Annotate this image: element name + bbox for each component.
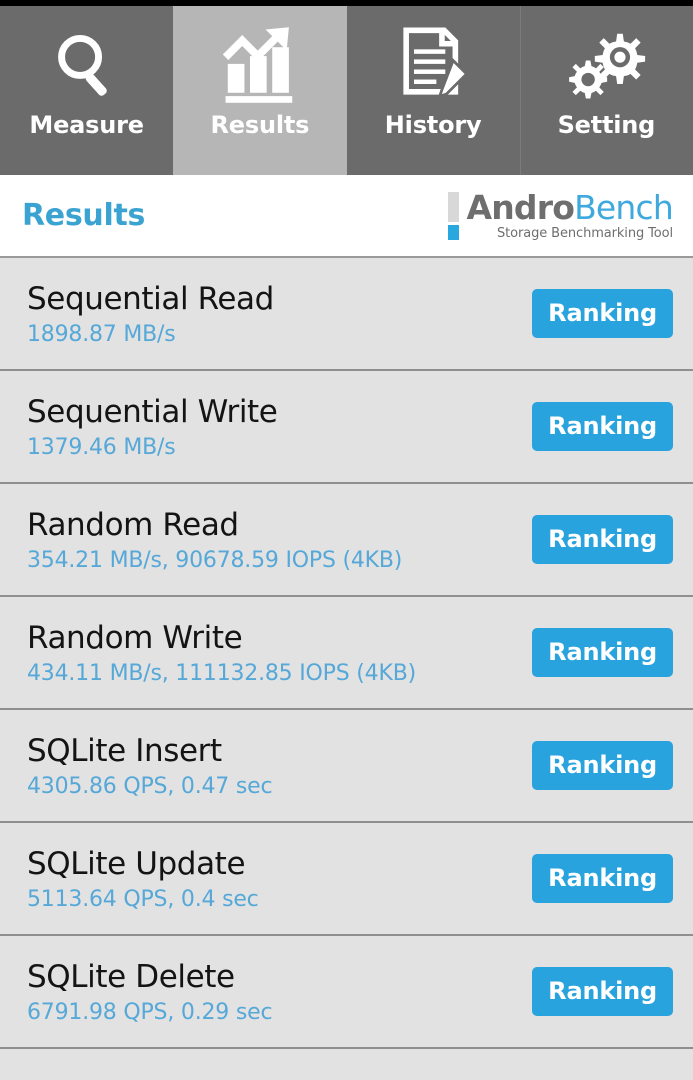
androbench-logo: AndroBench Storage Benchmarking Tool <box>448 190 674 242</box>
ranking-button[interactable]: Ranking <box>532 854 673 903</box>
result-title: SQLite Insert <box>27 732 222 769</box>
result-value: 1379.46 MB/s <box>27 434 176 460</box>
result-row-texts: SQLite Delete 6791.98 QPS, 0.29 sec <box>27 958 273 1026</box>
result-value: 6791.98 QPS, 0.29 sec <box>27 999 273 1025</box>
page-title: Results <box>22 198 146 233</box>
tab-history[interactable]: History <box>346 6 520 175</box>
result-title: Sequential Read <box>27 280 274 317</box>
ranking-button[interactable]: Ranking <box>532 402 673 451</box>
ranking-button[interactable]: Ranking <box>532 967 673 1016</box>
ranking-button[interactable]: Ranking <box>532 515 673 564</box>
logo-bar-icon <box>448 190 460 242</box>
result-row-texts: Sequential Write 1379.46 MB/s <box>27 393 278 461</box>
result-title: SQLite Delete <box>27 958 235 995</box>
table-row[interactable]: SQLite Insert 4305.86 QPS, 0.47 sec Rankin… <box>0 710 693 823</box>
result-value: 5113.64 QPS, 0.4 sec <box>27 886 259 912</box>
gears-icon <box>565 24 647 106</box>
results-list: Sequential Read 1898.87 MB/s Ranking Sequen… <box>0 258 693 1049</box>
result-title: Sequential Write <box>27 393 278 430</box>
table-row[interactable]: SQLite Update 5113.64 QPS, 0.4 sec Ranking <box>0 823 693 936</box>
bar-chart-trend-icon <box>220 24 300 106</box>
table-row[interactable]: Sequential Write 1379.46 MB/s Ranking <box>0 371 693 484</box>
table-row[interactable]: SQLite Delete 6791.98 QPS, 0.29 sec Rankin… <box>0 936 693 1049</box>
logo-tagline: Storage Benchmarking Tool <box>496 225 673 241</box>
logo-bar-bottom-segment <box>448 224 460 240</box>
result-value: 354.21 MB/s, 90678.59 IOPS (4KB) <box>27 547 403 573</box>
result-title: Random Write <box>27 619 243 656</box>
table-row[interactable]: Random Write 434.11 MB/s, 111132.85 IOPS … <box>0 597 693 710</box>
tab-setting[interactable]: Setting <box>519 6 693 175</box>
ranking-button[interactable]: Ranking <box>532 289 673 338</box>
tab-results-label: Results <box>210 111 310 139</box>
tab-history-label: History <box>384 111 482 139</box>
result-row-texts: Sequential Read 1898.87 MB/s <box>27 280 274 348</box>
result-row-texts: SQLite Insert 4305.86 QPS, 0.47 sec <box>27 732 273 800</box>
tab-results[interactable]: Results <box>173 6 347 175</box>
magnifier-icon <box>50 24 124 106</box>
result-value: 4305.86 QPS, 0.47 sec <box>27 773 273 799</box>
document-pencil-icon <box>396 24 470 106</box>
table-row[interactable]: Sequential Read 1898.87 MB/s Ranking <box>0 258 693 371</box>
ranking-button[interactable]: Ranking <box>532 741 673 790</box>
table-row[interactable]: Random Read 354.21 MB/s, 90678.59 IOPS (4… <box>0 484 693 597</box>
tab-measure-label: Measure <box>29 111 144 139</box>
logo-bench-text: Bench <box>574 187 674 227</box>
logo-wordmark: AndroBench <box>466 191 673 224</box>
result-title: Random Read <box>27 506 239 543</box>
tab-measure[interactable]: Measure <box>0 6 174 175</box>
ranking-button[interactable]: Ranking <box>532 628 673 677</box>
result-row-texts: Random Write 434.11 MB/s, 111132.85 IOPS … <box>27 619 416 687</box>
page-header: Results AndroBench Storage Benchmarking … <box>0 175 693 258</box>
androbench-app: Measure Results History Setting Results … <box>0 0 693 1080</box>
result-value: 1898.87 MB/s <box>27 321 176 347</box>
result-title: SQLite Update <box>27 845 246 882</box>
result-row-texts: SQLite Update 5113.64 QPS, 0.4 sec <box>27 845 259 913</box>
result-value: 434.11 MB/s, 111132.85 IOPS (4KB) <box>27 660 416 686</box>
tab-setting-label: Setting <box>557 111 656 139</box>
logo-andro-text: Andro <box>466 187 575 227</box>
logo-bar-top-segment <box>448 191 460 222</box>
result-row-texts: Random Read 354.21 MB/s, 90678.59 IOPS (4… <box>27 506 402 574</box>
main-tabbar: Measure Results History Setting <box>0 6 693 175</box>
logo-text: AndroBench Storage Benchmarking Tool <box>466 190 673 242</box>
